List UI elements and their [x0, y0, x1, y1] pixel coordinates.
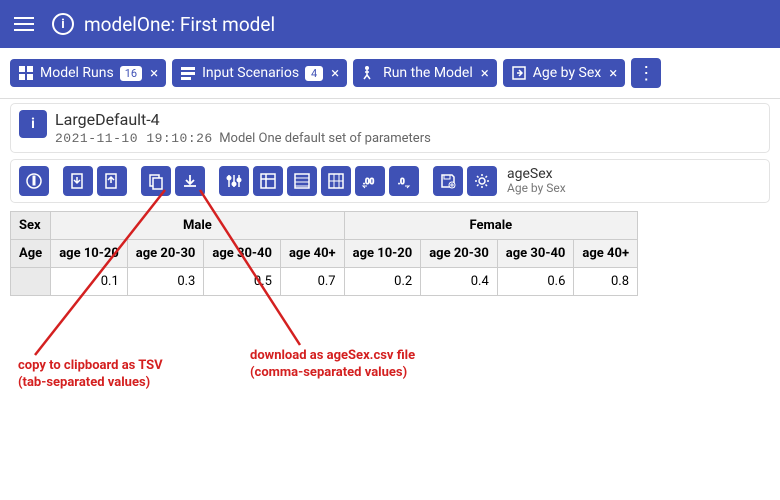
info-button[interactable]: [19, 166, 49, 196]
cell[interactable]: 0.8: [574, 268, 638, 296]
tab-badge: 4: [305, 66, 323, 81]
tab-badge: 16: [120, 66, 142, 81]
col-header: age 30-40: [497, 240, 574, 268]
tab-model-runs[interactable]: Model Runs 16 ×: [10, 59, 166, 87]
file-export-button[interactable]: [97, 166, 127, 196]
sex-header-male: Male: [51, 212, 344, 240]
grid-view-button[interactable]: [321, 166, 351, 196]
table-row: 0.1 0.3 0.5 0.7 0.2 0.4 0.6 0.8: [11, 268, 638, 296]
col-header: age 20-30: [127, 240, 204, 268]
col-header: age 10-20: [344, 240, 421, 268]
tab-label: Input Scenarios: [202, 65, 299, 81]
corner-age: Age: [11, 240, 51, 268]
col-header: age 10-20: [51, 240, 128, 268]
cell[interactable]: 0.6: [497, 268, 574, 296]
close-icon[interactable]: ×: [609, 64, 617, 82]
page-title: modelOne: First model: [84, 13, 275, 36]
hamburger-menu-icon[interactable]: [10, 10, 38, 38]
scenario-description: Model One default set of parameters: [219, 131, 431, 146]
sex-header-female: Female: [344, 212, 637, 240]
run-icon: [361, 65, 377, 81]
list-view-button[interactable]: [287, 166, 317, 196]
toolbar: .00 .0 ageSex Age by Sex: [10, 159, 770, 203]
info-icon[interactable]: i: [52, 13, 74, 35]
cell[interactable]: 0.3: [127, 268, 204, 296]
cell[interactable]: 0.5: [204, 268, 281, 296]
col-header: age 30-40: [204, 240, 281, 268]
app-header: i modelOne: First model: [0, 0, 780, 48]
tab-age-by-sex[interactable]: Age by Sex ×: [503, 59, 625, 87]
tab-label: Model Runs: [40, 65, 114, 81]
save-settings-button[interactable]: [433, 166, 463, 196]
tab-bar: Model Runs 16 × Input Scenarios 4 × Run …: [0, 48, 780, 99]
col-header: age 20-30: [421, 240, 498, 268]
more-tabs-button[interactable]: ⋮: [631, 58, 661, 88]
tab-label: Age by Sex: [533, 65, 601, 81]
grid-icon: [18, 65, 34, 81]
cell[interactable]: 0.7: [280, 268, 344, 296]
tab-input-scenarios[interactable]: Input Scenarios 4 ×: [172, 59, 347, 87]
filter-button[interactable]: [219, 166, 249, 196]
tab-run-model[interactable]: Run the Model ×: [353, 59, 497, 87]
export-icon: [511, 65, 527, 81]
scenario-title: LargeDefault-4: [55, 110, 431, 129]
corner-sex: Sex: [11, 212, 51, 240]
row-header: [11, 268, 51, 296]
scenario-subtitle: 2021-11-10 19:10:26 Model One default se…: [55, 131, 431, 146]
tab-label: Run the Model: [383, 65, 473, 81]
pivot-button[interactable]: [253, 166, 283, 196]
close-icon[interactable]: ×: [150, 64, 158, 82]
cell[interactable]: 0.4: [421, 268, 498, 296]
annotation-download: download as ageSex.csv file (comma-separ…: [250, 348, 415, 382]
scenario-timestamp: 2021-11-10 19:10:26: [55, 131, 213, 146]
increase-decimals-button[interactable]: .00: [355, 166, 385, 196]
cell[interactable]: 0.1: [51, 268, 128, 296]
data-table: Sex Male Female Age age 10-20 age 20-30 …: [10, 211, 638, 296]
settings-button[interactable]: [467, 166, 497, 196]
parameter-desc: Age by Sex: [507, 182, 566, 196]
svg-text:.0: .0: [398, 177, 405, 186]
copy-tsv-button[interactable]: [141, 166, 171, 196]
cell[interactable]: 0.2: [344, 268, 421, 296]
close-icon[interactable]: ×: [481, 64, 489, 82]
decrease-decimals-button[interactable]: .0: [389, 166, 419, 196]
close-icon[interactable]: ×: [331, 64, 339, 82]
svg-text:.00: .00: [363, 177, 375, 186]
scenarios-icon: [180, 65, 196, 81]
file-import-button[interactable]: [63, 166, 93, 196]
parameter-name: ageSex: [507, 166, 566, 182]
download-csv-button[interactable]: [175, 166, 205, 196]
scenario-info-button[interactable]: i: [19, 110, 47, 138]
scenario-panel: i LargeDefault-4 2021-11-10 19:10:26 Mod…: [10, 103, 770, 153]
parameter-label: ageSex Age by Sex: [507, 166, 566, 196]
col-header: age 40+: [574, 240, 638, 268]
annotation-copy: copy to clipboard as TSV (tab-separated …: [18, 358, 163, 392]
col-header: age 40+: [280, 240, 344, 268]
